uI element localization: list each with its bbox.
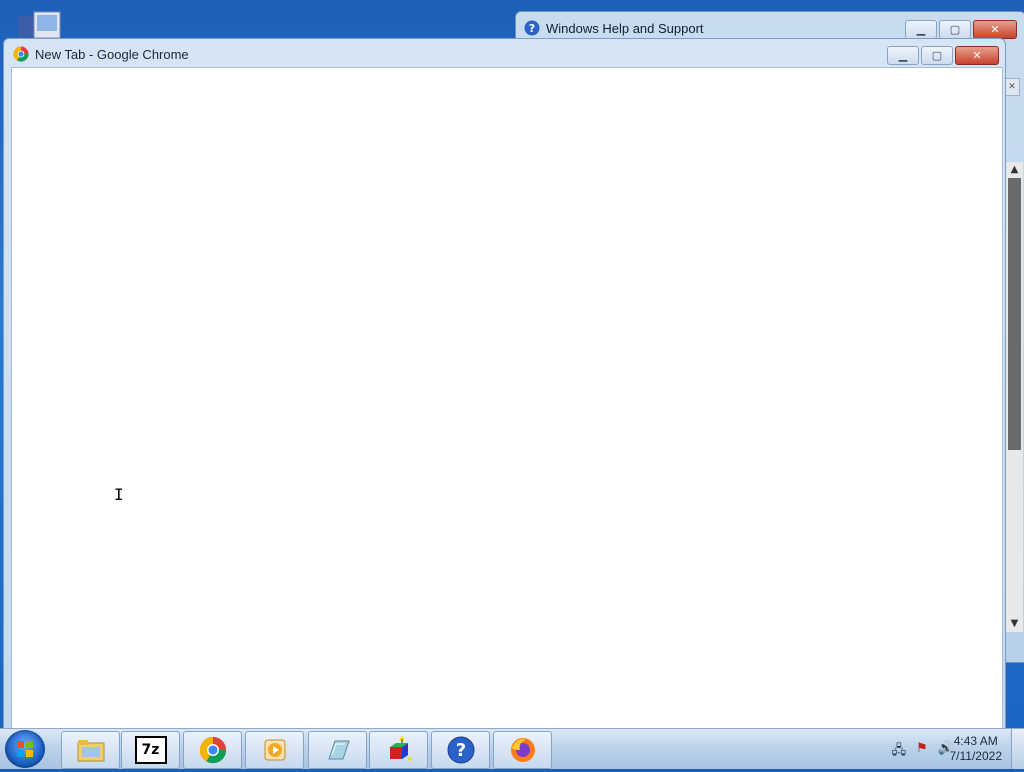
start-button[interactable]	[5, 730, 45, 768]
help-minimize-button[interactable]: ▁	[905, 20, 937, 39]
chrome-window-title: New Tab - Google Chrome	[13, 46, 189, 62]
windows-logo-icon	[17, 741, 33, 757]
notepad-icon	[327, 740, 350, 760]
chrome-minimize-button[interactable]: ▁	[887, 46, 919, 65]
scroll-thumb[interactable]	[1008, 178, 1021, 450]
system-clock[interactable]: 4:43 AM 7/11/2022	[950, 734, 1003, 764]
help-window-title: ? Windows Help and Support	[524, 18, 704, 38]
chrome-icon	[199, 736, 226, 764]
taskbar-chrome[interactable]	[183, 731, 242, 769]
taskbar-help[interactable]: ?	[431, 731, 490, 769]
chrome-page-content[interactable]	[11, 67, 1003, 733]
network-icon[interactable]: 🖧	[892, 741, 907, 763]
cube-icon	[389, 736, 412, 761]
taskbar: 7z ? 🖧 ⚑ 🔊 4:43 AM 7/11/2022	[0, 728, 1024, 769]
show-desktop-button[interactable]	[1011, 729, 1024, 769]
help-title-text: Windows Help and Support	[546, 20, 704, 36]
svg-text:?: ?	[529, 22, 535, 35]
clock-time: 4:43 AM	[953, 734, 998, 748]
taskbar-notepad[interactable]	[308, 731, 367, 769]
7zip-label: 7z	[141, 742, 160, 758]
computer-icon[interactable]	[16, 10, 62, 40]
taskbar-firefox[interactable]	[493, 731, 552, 769]
7zip-icon: 7z	[134, 736, 167, 764]
system-tray: 🖧 ⚑ 🔊	[892, 741, 954, 763]
svg-text:?: ?	[455, 740, 465, 761]
clock-date: 7/11/2022	[949, 749, 1003, 763]
help-scrollbar[interactable]: ▲ ▼	[1005, 162, 1023, 632]
help-icon: ?	[524, 20, 540, 36]
chrome-title-text: New Tab - Google Chrome	[35, 46, 189, 62]
taskbar-file-explorer[interactable]	[61, 731, 120, 769]
help-pane-close-icon[interactable]: ✕	[1004, 78, 1020, 96]
help-maximize-button[interactable]: ▢	[939, 20, 971, 39]
media-player-icon	[264, 739, 285, 761]
scroll-down-icon[interactable]: ▼	[1009, 618, 1020, 630]
action-center-flag-icon[interactable]: ⚑	[916, 741, 928, 763]
scroll-up-icon[interactable]: ▲	[1009, 164, 1020, 176]
taskbar-media-player[interactable]	[245, 731, 304, 769]
taskbar-3d-app[interactable]	[369, 731, 428, 769]
taskbar-7zip[interactable]: 7z	[121, 731, 180, 769]
help-icon: ?	[447, 736, 474, 764]
text-cursor-icon: I	[114, 485, 124, 504]
help-close-button[interactable]: ✕	[973, 20, 1017, 39]
chrome-window[interactable]: New Tab - Google Chrome ▁ ▢ ✕	[3, 38, 1006, 733]
chrome-maximize-button[interactable]: ▢	[921, 46, 953, 65]
folder-icon	[77, 740, 104, 762]
chrome-logo-icon	[13, 46, 29, 62]
firefox-icon	[510, 738, 535, 762]
chrome-close-button[interactable]: ✕	[955, 46, 999, 65]
